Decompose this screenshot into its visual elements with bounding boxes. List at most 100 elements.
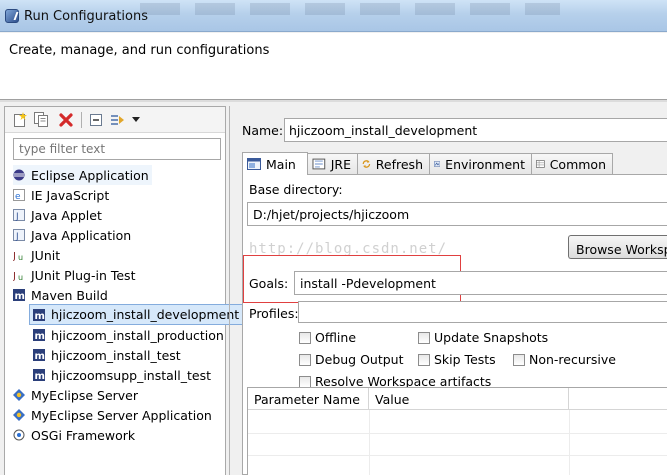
tab-main[interactable]: Main [242,152,308,175]
java-app-icon: J [13,229,25,241]
svg-text:u: u [18,253,23,261]
duplicate-icon[interactable] [33,111,50,128]
table-row-divider [248,433,667,434]
tree-item-label: MyEclipse Server [31,387,139,403]
svg-text:u: u [18,273,23,281]
tab-label: Main [266,156,296,172]
title-bar[interactable]: Run Configurations [0,0,667,32]
banner-title: Create, manage, and run configurations [9,43,270,58]
tab-label: Common [549,156,606,172]
svg-text:J: J [15,212,19,221]
checkbox-label: Update Snapshots [434,330,549,345]
offline-checkbox[interactable]: Offline [299,330,356,345]
tab-environment[interactable]: Environment [429,153,532,174]
tab-label: Environment [445,156,525,172]
junit-plugin-icon: Ju [13,271,23,281]
svg-text:m: m [35,331,45,341]
tree-item-label: MyEclipse Server Application [31,407,212,423]
tree-item-hjiczoom-install-production[interactable]: m hjiczoom_install_production [33,325,224,345]
non-recursive-checkbox[interactable]: Non-recursive [513,352,616,367]
checkbox-box[interactable] [513,353,525,366]
refresh-icon [362,160,371,168]
table-column-divider [369,410,370,475]
name-input[interactable] [284,118,667,142]
tree-item-hjiczoom-install-test[interactable]: m hjiczoom_install_test [33,345,181,365]
debug-output-checkbox[interactable]: Debug Output [299,352,404,367]
checkbox-box[interactable] [299,375,311,388]
banner-divider [0,100,667,102]
tab-jre[interactable]: JRE [307,153,358,174]
profiles-input[interactable] [298,301,667,323]
config-list-panel: Eclipse Application e IE JavaScript J Ja… [4,106,244,475]
goals-label: Goals: [249,276,289,291]
tree-item-hjiczoom-install-development[interactable]: m hjiczoom_install_development [29,304,244,325]
maven-icon: m [13,289,25,301]
tree-item-myeclipse-server[interactable]: MyEclipse Server [13,385,138,405]
checkbox-box[interactable] [418,331,430,344]
base-directory-input[interactable] [247,202,667,226]
table-row-divider [248,455,667,456]
base-directory-label: Base directory: [249,182,343,197]
new-config-icon[interactable] [11,111,28,128]
table-header: Parameter Name Value [248,388,667,410]
tree-item-myeclipse-server-application[interactable]: MyEclipse Server Application [13,405,212,425]
svg-text:m: m [35,311,45,321]
osgi-icon [13,429,25,441]
svg-text:J: J [13,271,16,281]
tree-item-label: hjiczoom_install_development [51,307,240,322]
tree-item-eclipse-application[interactable]: Eclipse Application [13,165,152,185]
tree-item-label: IE JavaScript [31,187,110,203]
goals-input[interactable] [294,271,667,295]
tree-item-junit[interactable]: Ju JUnit [13,245,60,265]
filter-input[interactable] [13,138,221,160]
skip-tests-checkbox[interactable]: Skip Tests [418,352,496,367]
tree-item-java-application[interactable]: J Java Application [13,225,131,245]
svg-text:m: m [35,371,45,381]
tree-item-label: Java Applet [31,207,102,223]
column-header-parameter-name[interactable]: Parameter Name [248,388,369,410]
tree-item-java-applet[interactable]: J Java Applet [13,205,102,225]
tree-item-label: hjiczoom_install_production [51,327,224,343]
tree-item-hjiczoomsupp-install-test[interactable]: m hjiczoomsupp_install_test [33,365,211,385]
server-icon [13,389,25,401]
checkbox-box[interactable] [299,331,311,344]
checkbox-label: Non-recursive [529,352,616,367]
tab-refresh[interactable]: Refresh [357,153,430,174]
svg-text:m: m [35,351,45,361]
profiles-label: Profiles: [249,306,299,321]
tree-item-label: JUnit Plug-in Test [31,267,136,283]
tree-item-ie-javascript[interactable]: e IE JavaScript [13,185,109,205]
tree-item-osgi-framework[interactable]: OSGi Framework [13,425,135,445]
update-snapshots-checkbox[interactable]: Update Snapshots [418,330,548,345]
tree-item-junit-plugin-test[interactable]: Ju JUnit Plug-in Test [13,265,135,285]
dropdown-arrow-icon[interactable] [127,111,144,128]
svg-text:e: e [15,192,21,201]
checkbox-box[interactable] [418,353,430,366]
header-banner: Create, manage, and run configurations [0,33,667,100]
maven-icon: m [33,349,45,361]
checkbox-label: Offline [315,330,357,345]
checkbox-box[interactable] [299,353,311,366]
tree-item-label: Eclipse Application [31,167,149,183]
svg-text:m: m [15,291,25,301]
collapse-all-icon[interactable] [87,111,104,128]
tab-common[interactable]: Common [531,153,613,174]
checkbox-label: Skip Tests [434,352,496,367]
parameters-table[interactable]: Parameter Name Value [247,387,667,475]
main-tab-body: Base directory: Browse Workspa http://bl… [242,174,667,475]
ie-icon: e [13,189,25,201]
tree-item-label: hjiczoom_install_test [51,347,181,363]
window-title: Run Configurations [24,9,148,24]
filter-icon[interactable] [109,111,126,128]
maven-icon: m [33,308,45,321]
junit-icon: Ju [13,251,23,261]
tab-label: Refresh [375,156,423,172]
name-label: Name: [242,123,284,138]
server-app-icon [13,409,25,421]
eclipse-icon [13,169,25,181]
delete-icon[interactable] [57,111,74,128]
column-header-value[interactable]: Value [369,388,569,410]
tab-label: JRE [330,156,351,172]
browse-workspace-button[interactable]: Browse Workspa [568,235,667,259]
tree-item-maven-build[interactable]: m Maven Build [13,285,108,305]
